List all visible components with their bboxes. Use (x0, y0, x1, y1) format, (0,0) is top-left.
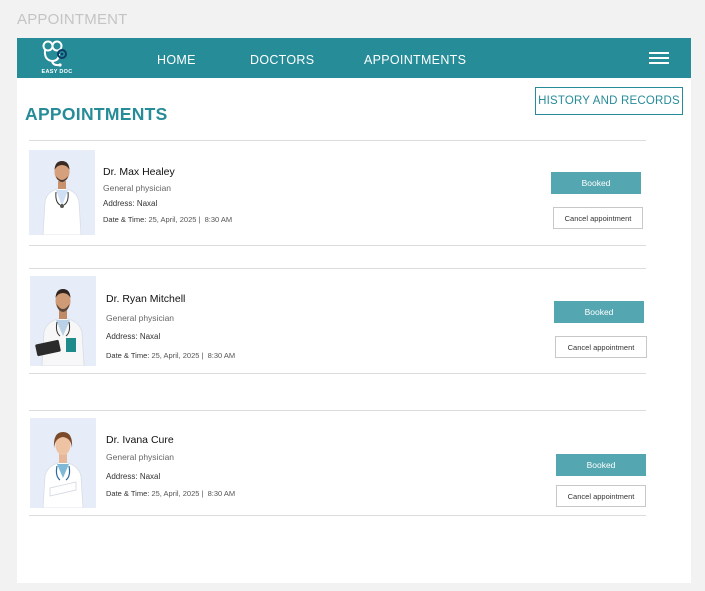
page-title: APPOINTMENTS (25, 104, 168, 124)
doctor-photo (29, 150, 95, 235)
address-value: Naxal (139, 472, 161, 481)
hamburger-menu-icon[interactable] (649, 52, 669, 64)
time-value: 8:30 AM (207, 351, 236, 360)
doctor-name: Dr. Ivana Cure (106, 434, 174, 446)
appointment-card-3: Dr. Ivana Cure General physician Address… (29, 418, 646, 510)
date-label: Date & Time: (106, 351, 150, 360)
nav-appointments[interactable]: APPOINTMENTS (364, 53, 466, 67)
frame-label: APPOINTMENT (17, 11, 128, 28)
easy-doc-logo[interactable]: EASY DOC (35, 40, 73, 76)
doctor-specialty: General physician (106, 452, 175, 462)
doctor-address: Address: Naxal (103, 199, 157, 208)
doctor-address: Address: Naxal (106, 472, 160, 481)
appointment-card-2: Dr. Ryan Mitchell General physician Addr… (29, 276, 647, 368)
stethoscope-logo-icon (42, 40, 67, 67)
address-value: Naxal (136, 199, 158, 208)
booked-button[interactable]: Booked (554, 301, 644, 323)
time-value: 8:30 AM (204, 215, 233, 224)
appointment-datetime: Date & Time: 25, April, 2025 | 8:30 AM (106, 489, 236, 498)
date-value: 25, April, 2025 (151, 489, 200, 498)
brand-name: EASY DOC (41, 69, 73, 75)
doctor-photo (30, 418, 96, 508)
divider (29, 268, 646, 269)
address-label: Address: (103, 199, 135, 208)
divider (29, 140, 646, 141)
date-label: Date & Time: (106, 489, 150, 498)
appointment-card-1: Dr. Max Healey General physician Address… (29, 150, 646, 240)
doctor-specialty: General physician (103, 183, 172, 193)
appointments-page: EASY DOC HOME DOCTORS APPOINTMENTS APPOI… (17, 38, 691, 583)
appointment-datetime: Date & Time: 25, April, 2025 | 8:30 AM (103, 215, 233, 224)
doctor-avatar-icon (30, 418, 96, 508)
date-value: 25, April, 2025 (148, 215, 197, 224)
cancel-appointment-button[interactable]: Cancel appointment (555, 336, 647, 358)
time-value: 8:30 AM (207, 489, 236, 498)
divider (29, 373, 646, 374)
appointment-datetime: Date & Time: 25, April, 2025 | 8:30 AM (106, 351, 236, 360)
doctor-name: Dr. Ryan Mitchell (106, 293, 186, 305)
cancel-appointment-button[interactable]: Cancel appointment (556, 485, 646, 507)
divider (29, 245, 646, 246)
nav-home[interactable]: HOME (157, 53, 196, 67)
navbar: EASY DOC HOME DOCTORS APPOINTMENTS (17, 38, 691, 78)
address-label: Address: (106, 332, 138, 341)
booked-button[interactable]: Booked (556, 454, 646, 476)
address-label: Address: (106, 472, 138, 481)
doctor-photo (30, 276, 96, 366)
doctor-avatar-icon (30, 276, 96, 366)
history-and-records-button[interactable]: HISTORY AND RECORDS (535, 87, 683, 115)
divider (29, 410, 646, 411)
doctor-name: Dr. Max Healey (103, 166, 175, 178)
date-value: 25, April, 2025 (151, 351, 200, 360)
doctor-avatar-icon (29, 150, 95, 235)
nav-doctors[interactable]: DOCTORS (250, 53, 314, 67)
divider (29, 515, 646, 516)
doctor-address: Address: Naxal (106, 332, 160, 341)
doctor-specialty: General physician (106, 313, 175, 323)
address-value: Naxal (139, 332, 161, 341)
cancel-appointment-button[interactable]: Cancel appointment (553, 207, 643, 229)
date-label: Date & Time: (103, 215, 147, 224)
booked-button[interactable]: Booked (551, 172, 641, 194)
